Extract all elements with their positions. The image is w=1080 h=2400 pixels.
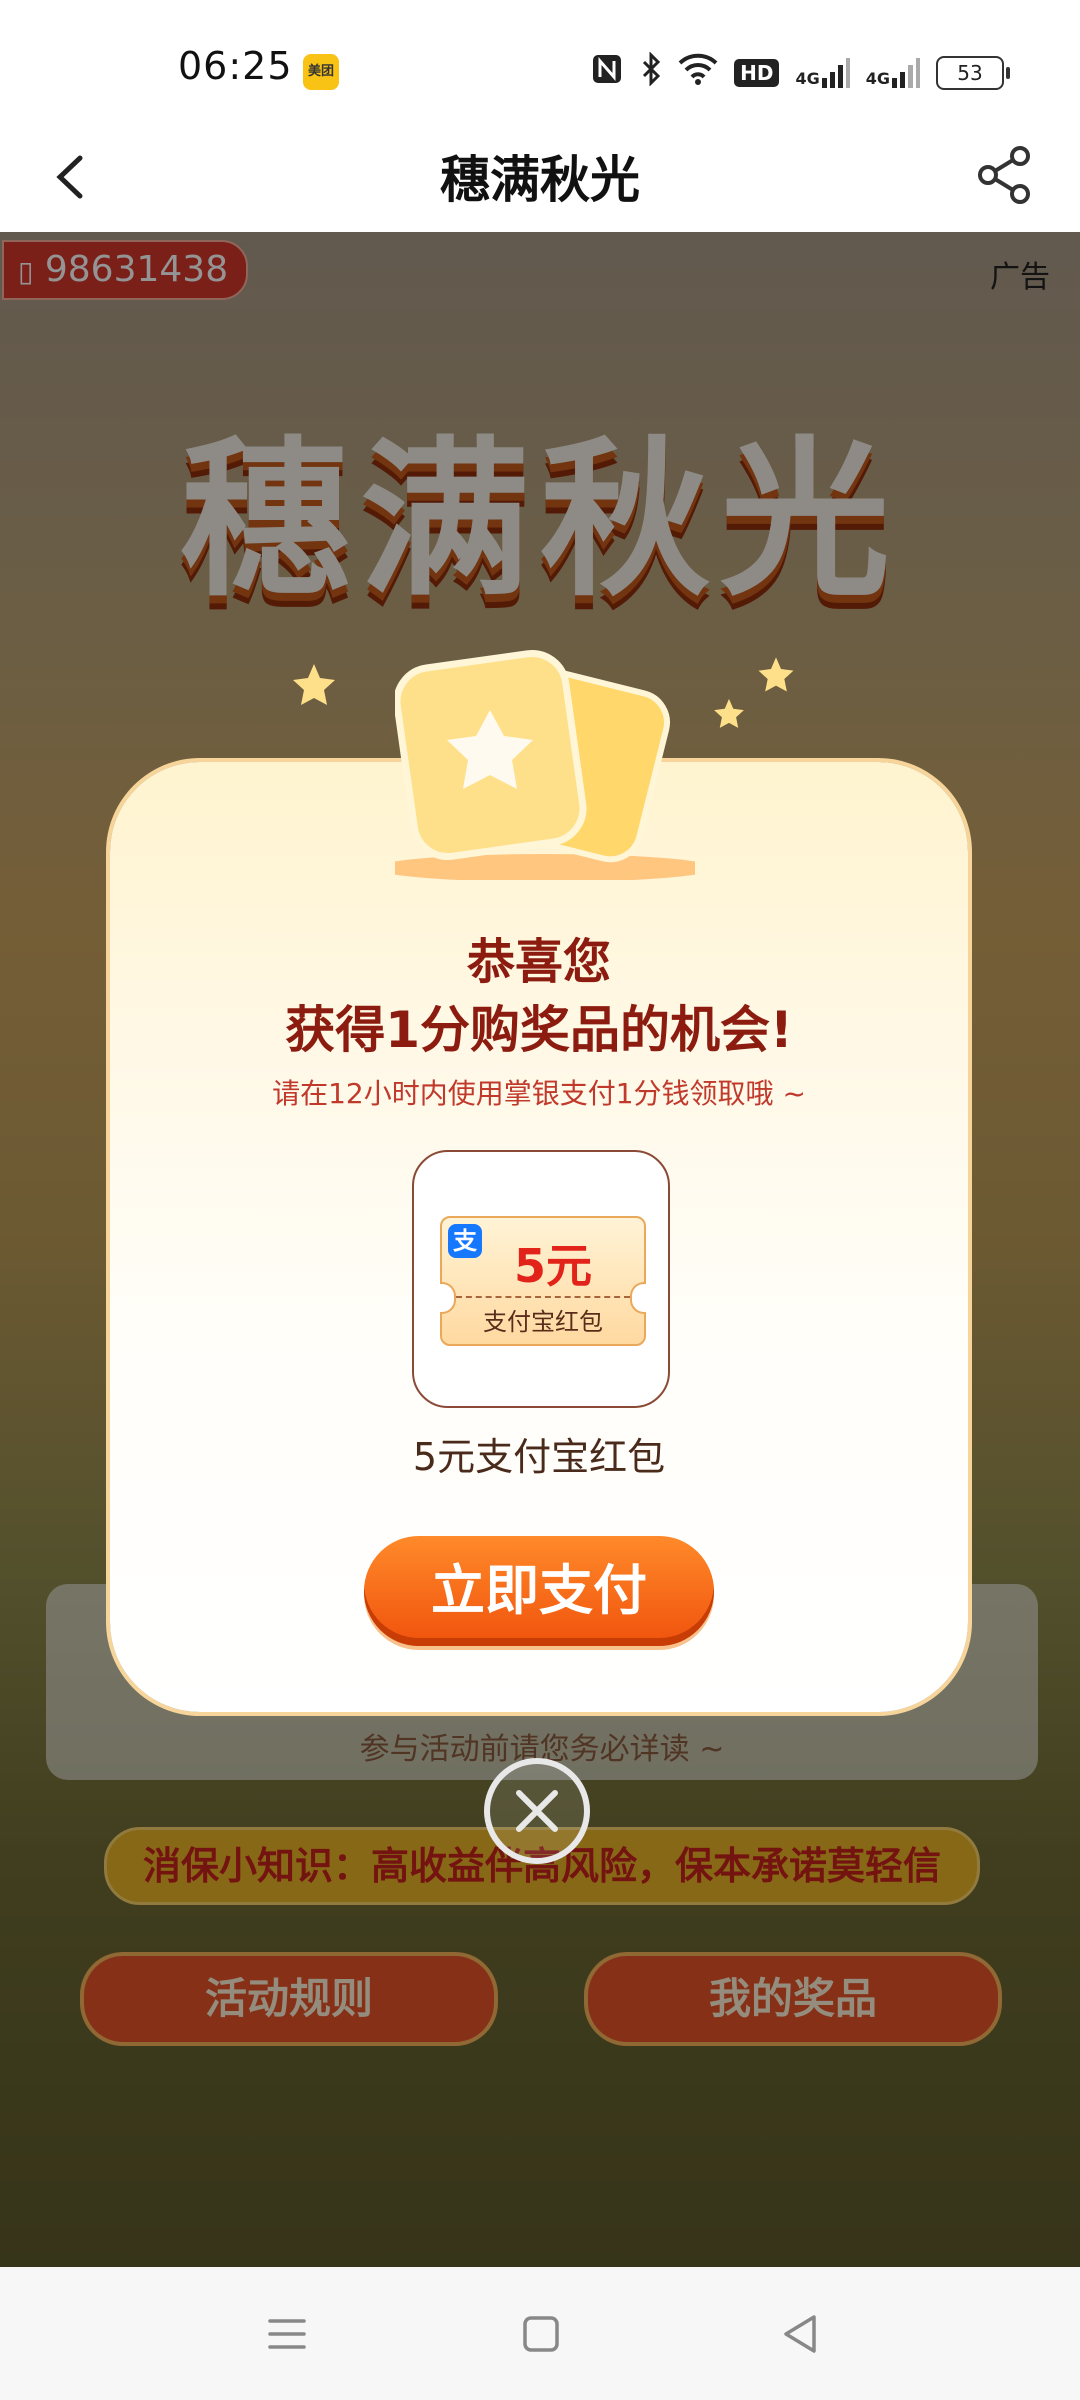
sparkle-star-icon — [714, 698, 744, 728]
alipay-coupon: 支 5元 支付宝红包 — [440, 1216, 646, 1346]
meituan-app-icon: 美团 — [303, 54, 339, 90]
system-nav-bar — [0, 2267, 1080, 2400]
nav-recents-button[interactable] — [262, 2309, 312, 2359]
status-icons: HD 4G 4G 53 — [590, 51, 1010, 93]
bluetooth-icon — [640, 51, 662, 93]
nav-home-button[interactable] — [516, 2309, 566, 2359]
triangle-back-icon — [784, 2315, 816, 2353]
modal-subtitle: 请在12小时内使用掌银支付1分钱领取哦 ~ — [272, 1077, 806, 1110]
nav-back-button[interactable] — [776, 2309, 826, 2359]
pay-now-button[interactable]: 立即支付 — [364, 1536, 714, 1646]
hd-icon: HD — [734, 58, 780, 87]
status-time: 06:25 — [178, 44, 293, 88]
ticket-star-icon — [395, 649, 695, 880]
menu-icon — [268, 2319, 306, 2349]
coupon-divider — [456, 1296, 630, 1298]
wifi-icon — [678, 53, 718, 92]
app-header: 穗满秋光 — [0, 120, 1080, 232]
square-icon — [523, 2316, 559, 2352]
signal-icon-1: 4G — [795, 57, 850, 88]
congrats-heading: 恭喜您 — [466, 934, 611, 990]
coupon-label: 支付宝红包 — [483, 1308, 603, 1336]
prize-chance-heading: 获得1分购奖品的机会! — [285, 1001, 793, 1059]
share-icon — [978, 146, 1030, 204]
prize-name: 5元支付宝红包 — [412, 1435, 666, 1479]
close-modal-button[interactable] — [482, 1756, 592, 1866]
status-bar: 06:25 美团 HD 4G 4G 53 — [0, 0, 1080, 120]
signal-icon-2: 4G — [866, 57, 920, 88]
page-title: 穗满秋光 — [440, 151, 640, 209]
share-button[interactable] — [970, 140, 1040, 210]
coupon-amount: 5元 — [513, 1239, 592, 1293]
nfc-icon — [590, 52, 624, 93]
prize-card: 支 5元 支付宝红包 — [412, 1150, 670, 1408]
battery-icon: 53 — [936, 55, 1010, 90]
sparkle-star-icon — [293, 664, 335, 705]
sparkle-star-icon — [758, 657, 794, 692]
close-icon — [484, 1758, 590, 1864]
